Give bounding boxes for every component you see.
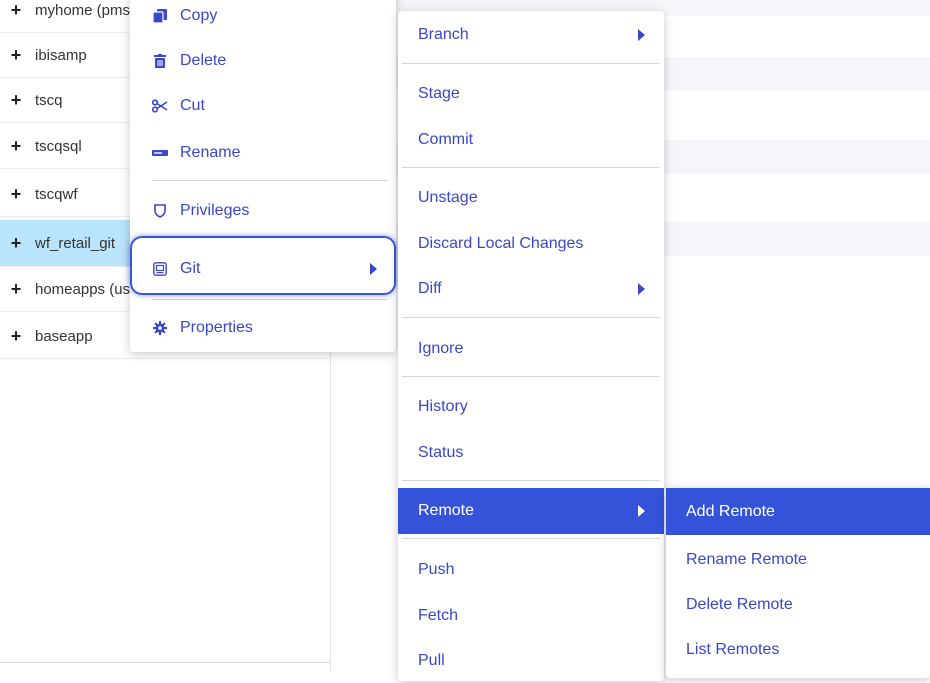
menu-item-git[interactable]: Git — [130, 247, 396, 291]
expand-icon[interactable]: + — [9, 184, 23, 205]
menu-label: History — [418, 398, 468, 415]
submenu-arrow-icon — [638, 505, 645, 517]
menu-label: Unstage — [418, 189, 478, 206]
submenu-arrow-icon — [370, 263, 377, 275]
menu-item-list-remotes[interactable]: List Remotes — [666, 628, 930, 672]
menu-item-privileges[interactable]: Privileges — [130, 189, 396, 233]
menu-separator — [402, 63, 660, 64]
menu-label: Push — [418, 561, 455, 578]
menu-label: Discard Local Changes — [418, 235, 584, 252]
tree-item-label: baseapp — [35, 327, 93, 345]
submenu-arrow-icon — [638, 283, 645, 295]
menu-item-stage[interactable]: Stage — [398, 72, 664, 116]
menu-item-delete[interactable]: Delete — [130, 39, 396, 83]
menu-item-remote[interactable]: Remote — [398, 488, 664, 534]
menu-separator — [402, 480, 660, 481]
menu-item-diff[interactable]: Diff — [398, 267, 664, 311]
menu-item-pull[interactable]: Pull — [398, 639, 664, 683]
context-menu: Copy Delete Cut Rename Privileges Git Pr… — [130, 0, 396, 352]
menu-item-branch[interactable]: Branch — [398, 13, 664, 57]
menu-label: Ignore — [418, 340, 464, 357]
menu-label: Properties — [180, 319, 253, 336]
menu-label: Remote — [418, 502, 475, 519]
git-icon — [152, 261, 168, 277]
expand-icon[interactable]: + — [9, 326, 23, 347]
expand-icon[interactable]: + — [9, 233, 23, 254]
menu-label: Fetch — [418, 607, 459, 624]
menu-item-copy[interactable]: Copy — [130, 0, 396, 38]
menu-label: Cut — [180, 97, 205, 114]
menu-separator — [402, 538, 660, 539]
menu-item-add-remote[interactable]: Add Remote — [666, 488, 930, 535]
menu-item-fetch[interactable]: Fetch — [398, 594, 664, 638]
menu-label: Privileges — [180, 202, 250, 219]
menu-item-commit[interactable]: Commit — [398, 118, 664, 162]
menu-label: Branch — [418, 26, 469, 43]
menu-separator — [402, 376, 660, 377]
menu-item-unstage[interactable]: Unstage — [398, 176, 664, 220]
remote-submenu: Add Remote Rename Remote Delete Remote L… — [666, 488, 930, 678]
menu-item-rename[interactable]: Rename — [130, 131, 396, 175]
tree-item-label: homeapps (us — [35, 280, 131, 298]
menu-label: Delete — [180, 52, 227, 69]
menu-label: Pull — [418, 652, 445, 669]
menu-item-ignore[interactable]: Ignore — [398, 327, 664, 371]
tree-bottom-divider — [0, 662, 330, 663]
tree-item-label: myhome (pms — [35, 1, 131, 19]
menu-separator — [402, 167, 660, 168]
expand-icon[interactable]: + — [9, 136, 23, 157]
menu-label: Add Remote — [686, 502, 775, 520]
expand-icon[interactable]: + — [9, 0, 23, 21]
menu-item-status[interactable]: Status — [398, 431, 664, 475]
git-submenu: Branch Stage Commit Unstage Discard Loca… — [398, 11, 664, 681]
gear-icon — [152, 320, 168, 336]
menu-label: List Remotes — [686, 641, 780, 658]
menu-item-history[interactable]: History — [398, 385, 664, 429]
menu-label: Diff — [418, 280, 442, 297]
tree-item-label: tscqwf — [35, 185, 78, 203]
scissors-icon — [152, 98, 168, 114]
menu-item-push[interactable]: Push — [398, 548, 664, 592]
menu-label: Rename — [180, 144, 241, 161]
menu-item-properties[interactable]: Properties — [130, 306, 396, 350]
tree-item-label: tscq — [35, 91, 63, 109]
rename-icon — [152, 145, 168, 161]
tree-item-label: ibisamp — [35, 46, 87, 64]
menu-label: Commit — [418, 131, 474, 148]
menu-label: Git — [180, 260, 201, 277]
menu-label: Rename Remote — [686, 551, 807, 568]
menu-label: Stage — [418, 85, 460, 102]
menu-item-discard-local-changes[interactable]: Discard Local Changes — [398, 222, 664, 266]
shield-icon — [152, 203, 168, 219]
menu-separator — [152, 180, 388, 181]
expand-icon[interactable]: + — [9, 90, 23, 111]
menu-label: Status — [418, 444, 464, 461]
menu-separator — [402, 317, 660, 318]
menu-label: Copy — [180, 7, 218, 24]
tree-item-label: wf_retail_git — [35, 234, 116, 252]
menu-label: Delete Remote — [686, 596, 793, 613]
tree-item-label: tscqsql — [35, 137, 82, 155]
menu-item-rename-remote[interactable]: Rename Remote — [666, 538, 930, 582]
copy-icon — [152, 8, 168, 24]
expand-icon[interactable]: + — [9, 279, 23, 300]
expand-icon[interactable]: + — [9, 45, 23, 66]
trash-icon — [152, 53, 168, 69]
menu-separator — [152, 299, 388, 300]
submenu-arrow-icon — [638, 29, 645, 41]
menu-item-delete-remote[interactable]: Delete Remote — [666, 583, 930, 627]
menu-item-cut[interactable]: Cut — [130, 84, 396, 128]
